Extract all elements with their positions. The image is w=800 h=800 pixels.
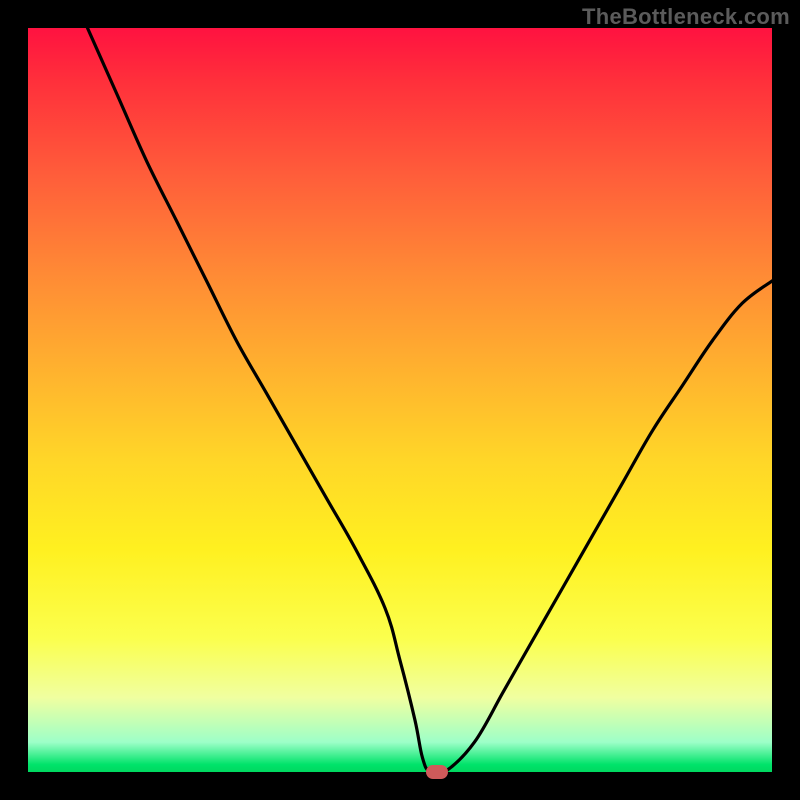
chart-frame: TheBottleneck.com [0,0,800,800]
plot-area [28,28,772,772]
curve-svg [28,28,772,772]
watermark-text: TheBottleneck.com [582,4,790,30]
optimal-point-marker [426,765,448,779]
bottleneck-curve-path [88,28,773,772]
